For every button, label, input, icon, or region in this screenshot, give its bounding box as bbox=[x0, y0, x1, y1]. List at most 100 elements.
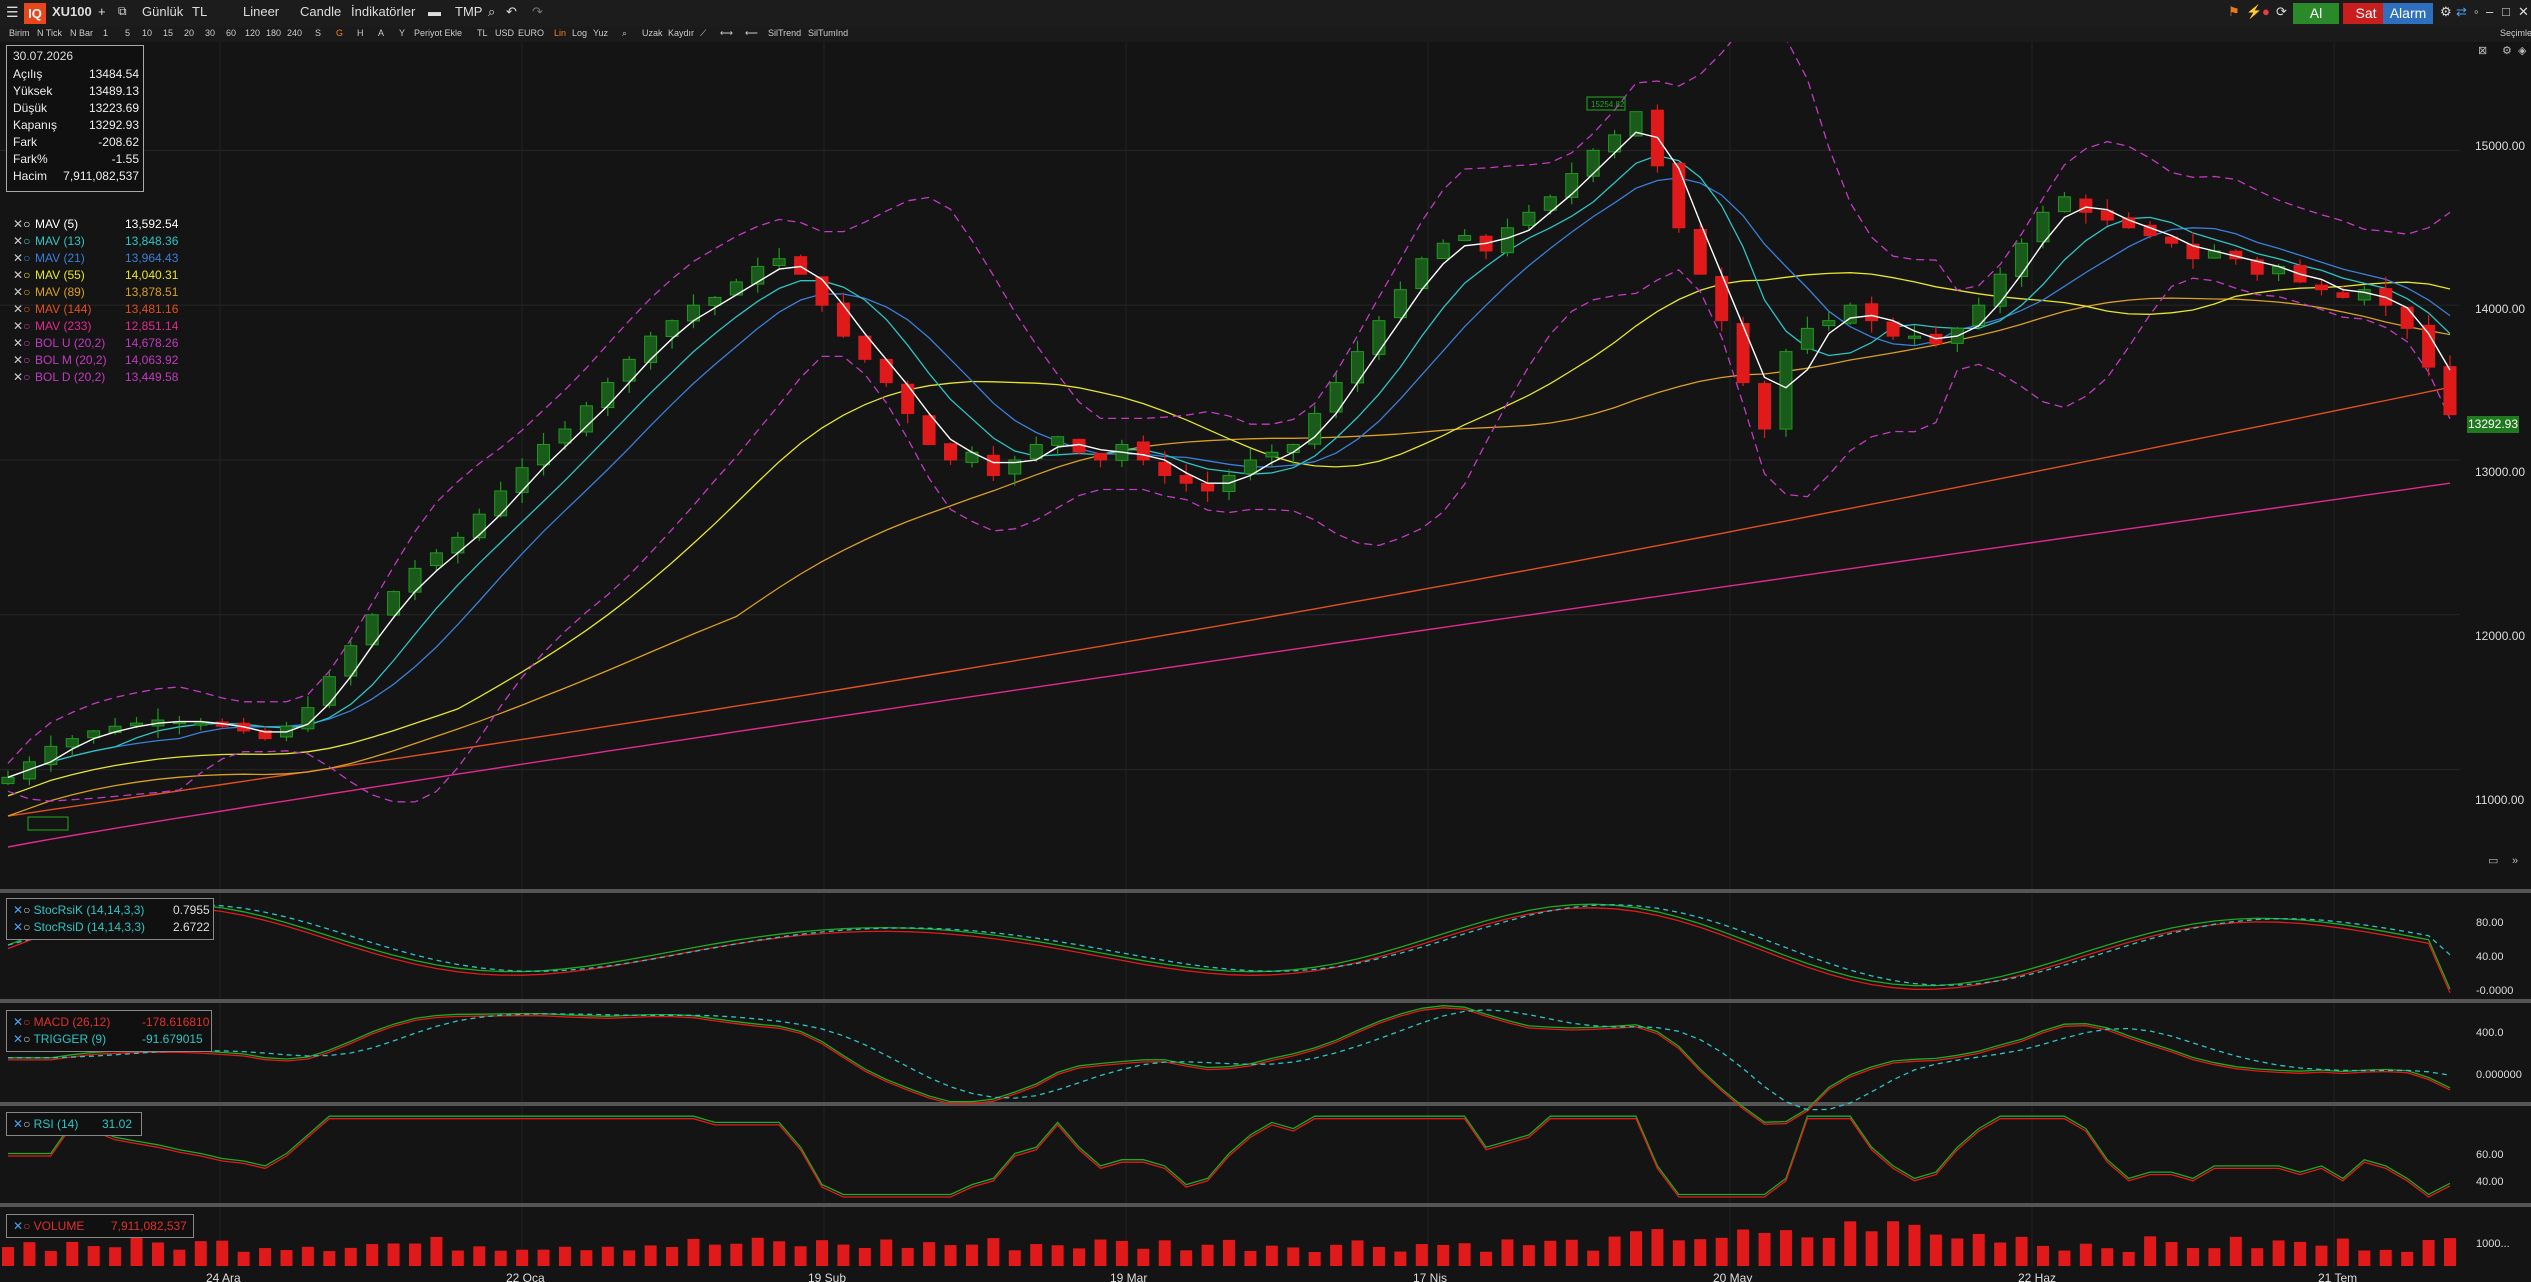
legend-item[interactable]: ✕○ MAV (89) 13,878.51 bbox=[13, 285, 178, 299]
tb2-a[interactable]: A bbox=[378, 28, 384, 38]
tb2-ntick[interactable]: N Tick bbox=[37, 28, 62, 38]
hline-icon[interactable]: ⟷ bbox=[720, 28, 733, 39]
tb2-siltumind[interactable]: SilTumInd bbox=[808, 28, 848, 38]
folder-icon[interactable]: ▬ bbox=[428, 4, 441, 19]
volume-bar bbox=[1565, 1239, 1578, 1266]
volume-bar bbox=[2122, 1251, 2135, 1266]
tb2-240[interactable]: 240 bbox=[287, 28, 302, 38]
tb2-120[interactable]: 120 bbox=[245, 28, 260, 38]
tb2-1[interactable]: 1 bbox=[103, 28, 108, 38]
currency-selector[interactable]: TL bbox=[192, 4, 207, 19]
tb2-20[interactable]: 20 bbox=[184, 28, 194, 38]
panel-separator[interactable] bbox=[0, 1102, 2531, 1106]
tb2-g[interactable]: G bbox=[336, 28, 343, 38]
legend-name: MAV (5) bbox=[35, 217, 79, 231]
tb2-euro[interactable]: EURO bbox=[518, 28, 544, 38]
volume-bar bbox=[516, 1249, 529, 1266]
tb2-s[interactable]: S bbox=[315, 28, 321, 38]
tb2-15[interactable]: 15 bbox=[163, 28, 173, 38]
legend-item[interactable]: ✕○ MAV (144) 13,481.16 bbox=[13, 302, 178, 316]
minimize-icon[interactable]: – bbox=[2486, 4, 2493, 19]
volume-bar bbox=[259, 1248, 272, 1266]
volume-bar bbox=[537, 1249, 550, 1266]
new-window-icon[interactable]: ⧉ bbox=[118, 4, 127, 19]
candle-body bbox=[537, 444, 551, 466]
main-toolbar: ☰ IQ XU100 + ⧉ Günlük TL Lineer Candle İ… bbox=[0, 0, 2531, 28]
pin-icon[interactable]: ◦ bbox=[2474, 4, 2479, 19]
scale-selector[interactable]: Lineer bbox=[243, 4, 279, 19]
tb2-h[interactable]: H bbox=[357, 28, 364, 38]
tb2-usd[interactable]: USD bbox=[495, 28, 514, 38]
alarm-button[interactable]: Alarm bbox=[2383, 3, 2433, 24]
stoch-legend: ✕○ StocRsiK (14,14,3,3) 0.7955 ✕○ StocRs… bbox=[6, 898, 214, 940]
volume-bar bbox=[1223, 1239, 1235, 1266]
legend-item[interactable]: ✕○ BOL U (20,2) 14,678.26 bbox=[13, 336, 178, 350]
settings-icon[interactable]: ⚙ bbox=[2440, 4, 2452, 20]
high-annotation: 15254.82 bbox=[1591, 100, 1625, 109]
info-label: Yüksek bbox=[13, 84, 53, 98]
undo-icon[interactable]: ↶ bbox=[506, 4, 517, 20]
volume-bar bbox=[601, 1246, 614, 1266]
add-symbol-button[interactable]: + bbox=[98, 4, 106, 19]
volume-bar bbox=[2251, 1248, 2264, 1266]
tb2-5[interactable]: 5 bbox=[125, 28, 130, 38]
tb2-tl[interactable]: TL bbox=[477, 28, 488, 38]
legend-item[interactable]: ✕○ MAV (21) 13,964.43 bbox=[13, 251, 178, 265]
legend-item[interactable]: ✕○ MAV (55) 14,040.31 bbox=[13, 268, 178, 282]
sync-icon[interactable]: ⟳ bbox=[2276, 4, 2287, 20]
tb2-log[interactable]: Log bbox=[572, 28, 587, 38]
tb2-siltrend[interactable]: SilTrend bbox=[768, 28, 801, 38]
panel-separator[interactable] bbox=[0, 1203, 2531, 1207]
price-chart[interactable]: 15000.00 14000.00 13000.00 12000.00 1100… bbox=[0, 42, 2531, 1282]
panel-separator[interactable] bbox=[0, 889, 2531, 893]
redo-icon[interactable]: ↷ bbox=[532, 4, 543, 20]
tb2-lin[interactable]: Lin bbox=[554, 28, 566, 38]
legend-item[interactable]: ✕○ BOL M (20,2) 14,063.92 bbox=[13, 353, 178, 367]
candle-body bbox=[2422, 324, 2436, 368]
trendline-icon[interactable]: ⟋ bbox=[700, 28, 706, 39]
tb2-60[interactable]: 60 bbox=[226, 28, 236, 38]
symbol-selector[interactable]: XU100 bbox=[52, 4, 92, 19]
candle-body bbox=[1372, 320, 1386, 355]
volume-bar bbox=[1951, 1238, 1964, 1266]
macd-value: -178.616810 bbox=[142, 1015, 210, 1029]
arrow-icon[interactable]: ⟵ bbox=[745, 28, 758, 39]
period-selector[interactable]: Günlük bbox=[142, 4, 183, 19]
maximize-icon[interactable]: □ bbox=[2502, 4, 2510, 19]
buy-button[interactable]: Al bbox=[2293, 3, 2339, 24]
template-button[interactable]: TMP bbox=[455, 4, 482, 19]
rsi-label: ✕○ RSI (14) bbox=[13, 1117, 79, 1131]
tb2-uzak[interactable]: Uzak bbox=[642, 28, 663, 38]
tb2-nbar[interactable]: N Bar bbox=[70, 28, 93, 38]
tb2-10[interactable]: 10 bbox=[142, 28, 152, 38]
tb2-30[interactable]: 30 bbox=[205, 28, 215, 38]
legend-item[interactable]: ✕○ MAV (13) 13,848.36 bbox=[13, 234, 178, 248]
flash-icon[interactable]: ⚡ bbox=[2246, 4, 2262, 20]
legend-item[interactable]: ✕○ BOL D (20,2) 13,449.58 bbox=[13, 370, 178, 384]
legend-item[interactable]: ✕○ MAV (233) 12,851.14 bbox=[13, 319, 178, 333]
tb2-yuz[interactable]: Yuz bbox=[593, 28, 608, 38]
close-icon[interactable]: ✕ bbox=[2518, 4, 2529, 20]
legend-item[interactable]: ✕○ MAV (5) 13,592.54 bbox=[13, 217, 178, 231]
panel-separator[interactable] bbox=[0, 999, 2531, 1003]
menu-icon[interactable]: ☰ bbox=[6, 4, 19, 21]
volume-bar bbox=[1351, 1240, 1364, 1266]
sweep-icon[interactable]: ⚑ bbox=[2228, 4, 2240, 20]
tb2-zoom-icon[interactable]: ⌕ bbox=[622, 28, 627, 39]
tb2-180[interactable]: 180 bbox=[266, 28, 281, 38]
volume-bar bbox=[965, 1244, 978, 1266]
candle-body bbox=[1158, 461, 1172, 476]
zoom-icon[interactable]: ⌕ bbox=[488, 4, 495, 20]
candle-body bbox=[1672, 162, 1686, 229]
volume-bar bbox=[2444, 1238, 2456, 1266]
link-icon[interactable]: ⇄ bbox=[2456, 4, 2467, 20]
tb2-birim[interactable]: Birim bbox=[9, 28, 30, 38]
volume-bar bbox=[237, 1251, 250, 1266]
tb2-kaydir[interactable]: Kaydır bbox=[668, 28, 694, 38]
tb2-add-period[interactable]: Periyot Ekle bbox=[414, 28, 462, 38]
indicators-menu[interactable]: İndikatörler bbox=[351, 4, 415, 19]
chart-type-selector[interactable]: Candle bbox=[300, 4, 341, 19]
volume-bar bbox=[1458, 1243, 1471, 1266]
tb2-y[interactable]: Y bbox=[399, 28, 405, 38]
signal-icon[interactable]: ● bbox=[2262, 4, 2270, 19]
